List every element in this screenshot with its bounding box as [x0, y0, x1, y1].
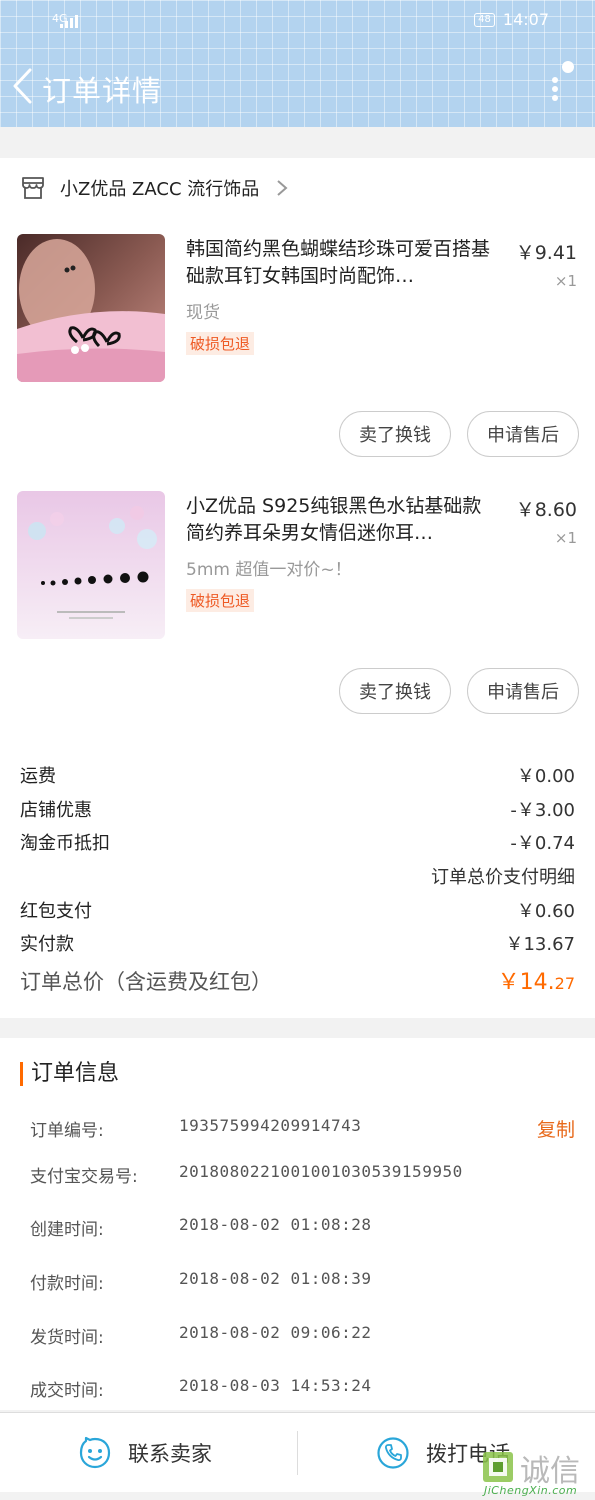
order-total-value: ￥14.27 [498, 964, 575, 996]
earring-stud-image [17, 491, 165, 639]
info-label: 付款时间: [30, 1274, 104, 1294]
info-label: 订单编号: [30, 1121, 104, 1141]
chevron-right-icon [277, 180, 288, 196]
contact-seller-label: 联系卖家 [128, 1442, 212, 1466]
product-thumbnail[interactable] [17, 234, 165, 382]
shipping-value: ￥0.00 [516, 766, 575, 787]
order-number: 193575994209914743 [179, 1116, 362, 1135]
actual-paid-label: 实付款 [20, 934, 74, 955]
product-thumbnail[interactable] [17, 491, 165, 639]
actual-paid-value: ￥13.67 [505, 934, 575, 955]
order-item[interactable]: 韩国简约黑色蝴蝶结珍珠可爱百搭基础款耳钉女韩国时尚配饰… ￥9.41 ×1 现货… [0, 234, 595, 394]
more-menu-button[interactable] [543, 58, 577, 108]
completed-time: 2018-08-03 14:53:24 [179, 1376, 372, 1395]
shop-row[interactable]: 小Z优品 ZACC 流行饰品 [20, 172, 289, 204]
alipay-trade-number: 2018080221001001030539159950 [179, 1162, 463, 1181]
redpacket-row: 红包支付 ￥0.60 [20, 897, 575, 923]
alipay-trade-row: 支付宝交易号: 2018080221001001030539159950 [30, 1162, 575, 1187]
payment-detail-link[interactable]: 订单总价支付明细 [431, 863, 575, 889]
item-actions: 卖了换钱 申请售后 [339, 411, 579, 457]
divider [297, 1431, 298, 1475]
page-title: 订单详情 [42, 74, 163, 108]
watermark-logo: 诚信 JiChengXin.com [480, 1448, 595, 1500]
order-card: 小Z优品 ZACC 流行饰品 韩国简约黑色蝴蝶结珍珠可爱百搭基础款耳钉女韩国时尚… [0, 158, 595, 1018]
phone-icon [377, 1437, 409, 1469]
redpacket-label: 红包支付 [20, 901, 92, 922]
created-time: 2018-08-02 01:08:28 [179, 1215, 372, 1234]
paid-time: 2018-08-02 01:08:39 [179, 1269, 372, 1288]
order-item[interactable]: 小Z优品 S925纯银黑色水钻基础款简约养耳朵男女情侣迷你耳… ￥8.60 ×1… [0, 491, 595, 651]
order-info-title: 订单信息 [20, 1062, 119, 1086]
product-quantity: ×1 [554, 272, 577, 290]
total-integer: 14. [519, 970, 555, 995]
battery-icon: 48 [474, 12, 495, 27]
signal-icon [60, 15, 78, 28]
item-actions: 卖了换钱 申请售后 [339, 668, 579, 714]
paid-time-row: 付款时间: 2018-08-02 01:08:39 [30, 1269, 575, 1294]
shipped-time-row: 发货时间: 2018-08-02 09:06:22 [30, 1323, 575, 1348]
service-badge: 破损包退 [186, 332, 255, 355]
more-vertical-icon [552, 61, 574, 101]
earring-bow-image [17, 234, 165, 382]
total-currency: ￥ [497, 970, 520, 995]
copy-button[interactable]: 复制 [537, 1115, 575, 1142]
coin-deduction-label: 淘金币抵扣 [20, 833, 110, 854]
product-sku: 现货 [186, 303, 220, 323]
back-button[interactable] [10, 66, 36, 106]
shop-discount-label: 店铺优惠 [20, 800, 92, 821]
total-decimal: 27 [554, 974, 575, 993]
product-title[interactable]: 韩国简约黑色蝴蝶结珍珠可爱百搭基础款耳钉女韩国时尚配饰… [186, 236, 496, 290]
order-total-label: 订单总价（含运费及红包） [20, 970, 272, 994]
coin-deduction-value: -￥0.74 [510, 833, 575, 854]
created-time-row: 创建时间: 2018-08-02 01:08:28 [30, 1215, 575, 1240]
info-label: 创建时间: [30, 1220, 104, 1240]
chat-face-icon [79, 1436, 111, 1469]
sell-for-cash-button[interactable]: 卖了换钱 [339, 668, 451, 714]
store-icon [22, 177, 44, 199]
shipping-label: 运费 [20, 766, 56, 787]
order-number-row: 订单编号: 193575994209914743 [30, 1116, 575, 1141]
order-total-row: 订单总价（含运费及红包） ￥14.27 [20, 964, 575, 996]
info-label: 发货时间: [30, 1328, 104, 1348]
completed-time-row: 成交时间: 2018-08-03 14:53:24 [30, 1376, 575, 1401]
info-label: 支付宝交易号: [30, 1167, 138, 1187]
coin-deduction-row: 淘金币抵扣 -￥0.74 [20, 829, 575, 855]
contact-seller-button[interactable]: 联系卖家 [78, 1413, 212, 1493]
shipping-row: 运费 ￥0.00 [20, 762, 575, 788]
info-label: 成交时间: [30, 1381, 104, 1401]
product-price: ￥9.41 [515, 242, 577, 264]
product-title[interactable]: 小Z优品 S925纯银黑色水钻基础款简约养耳朵男女情侣迷你耳… [186, 493, 496, 547]
product-price: ￥8.60 [515, 499, 577, 521]
shop-name: 小Z优品 ZACC 流行饰品 [60, 179, 260, 200]
actual-paid-row: 实付款 ￥13.67 [20, 930, 575, 956]
header-bar: 4G 48 14:07 订单详情 [0, 0, 595, 127]
shop-discount-value: -￥3.00 [510, 800, 575, 821]
sell-for-cash-button[interactable]: 卖了换钱 [339, 411, 451, 457]
shipped-time: 2018-08-02 09:06:22 [179, 1323, 372, 1342]
chevron-left-icon [13, 68, 32, 104]
shop-discount-row: 店铺优惠 -￥3.00 [20, 796, 575, 822]
product-quantity: ×1 [554, 529, 577, 547]
redpacket-value: ￥0.60 [516, 901, 575, 922]
status-bar: 48 14:07 [474, 10, 549, 29]
after-sale-button[interactable]: 申请售后 [467, 668, 579, 714]
product-sku: 5mm 超值一对价~！ [186, 560, 352, 580]
watermark-url: JiChengXin.com [484, 1484, 578, 1497]
clock: 14:07 [502, 10, 549, 29]
after-sale-button[interactable]: 申请售后 [467, 411, 579, 457]
service-badge: 破损包退 [186, 589, 255, 612]
order-info-section: 订单信息 订单编号: 193575994209914743 复制 支付宝交易号:… [0, 1038, 595, 1410]
